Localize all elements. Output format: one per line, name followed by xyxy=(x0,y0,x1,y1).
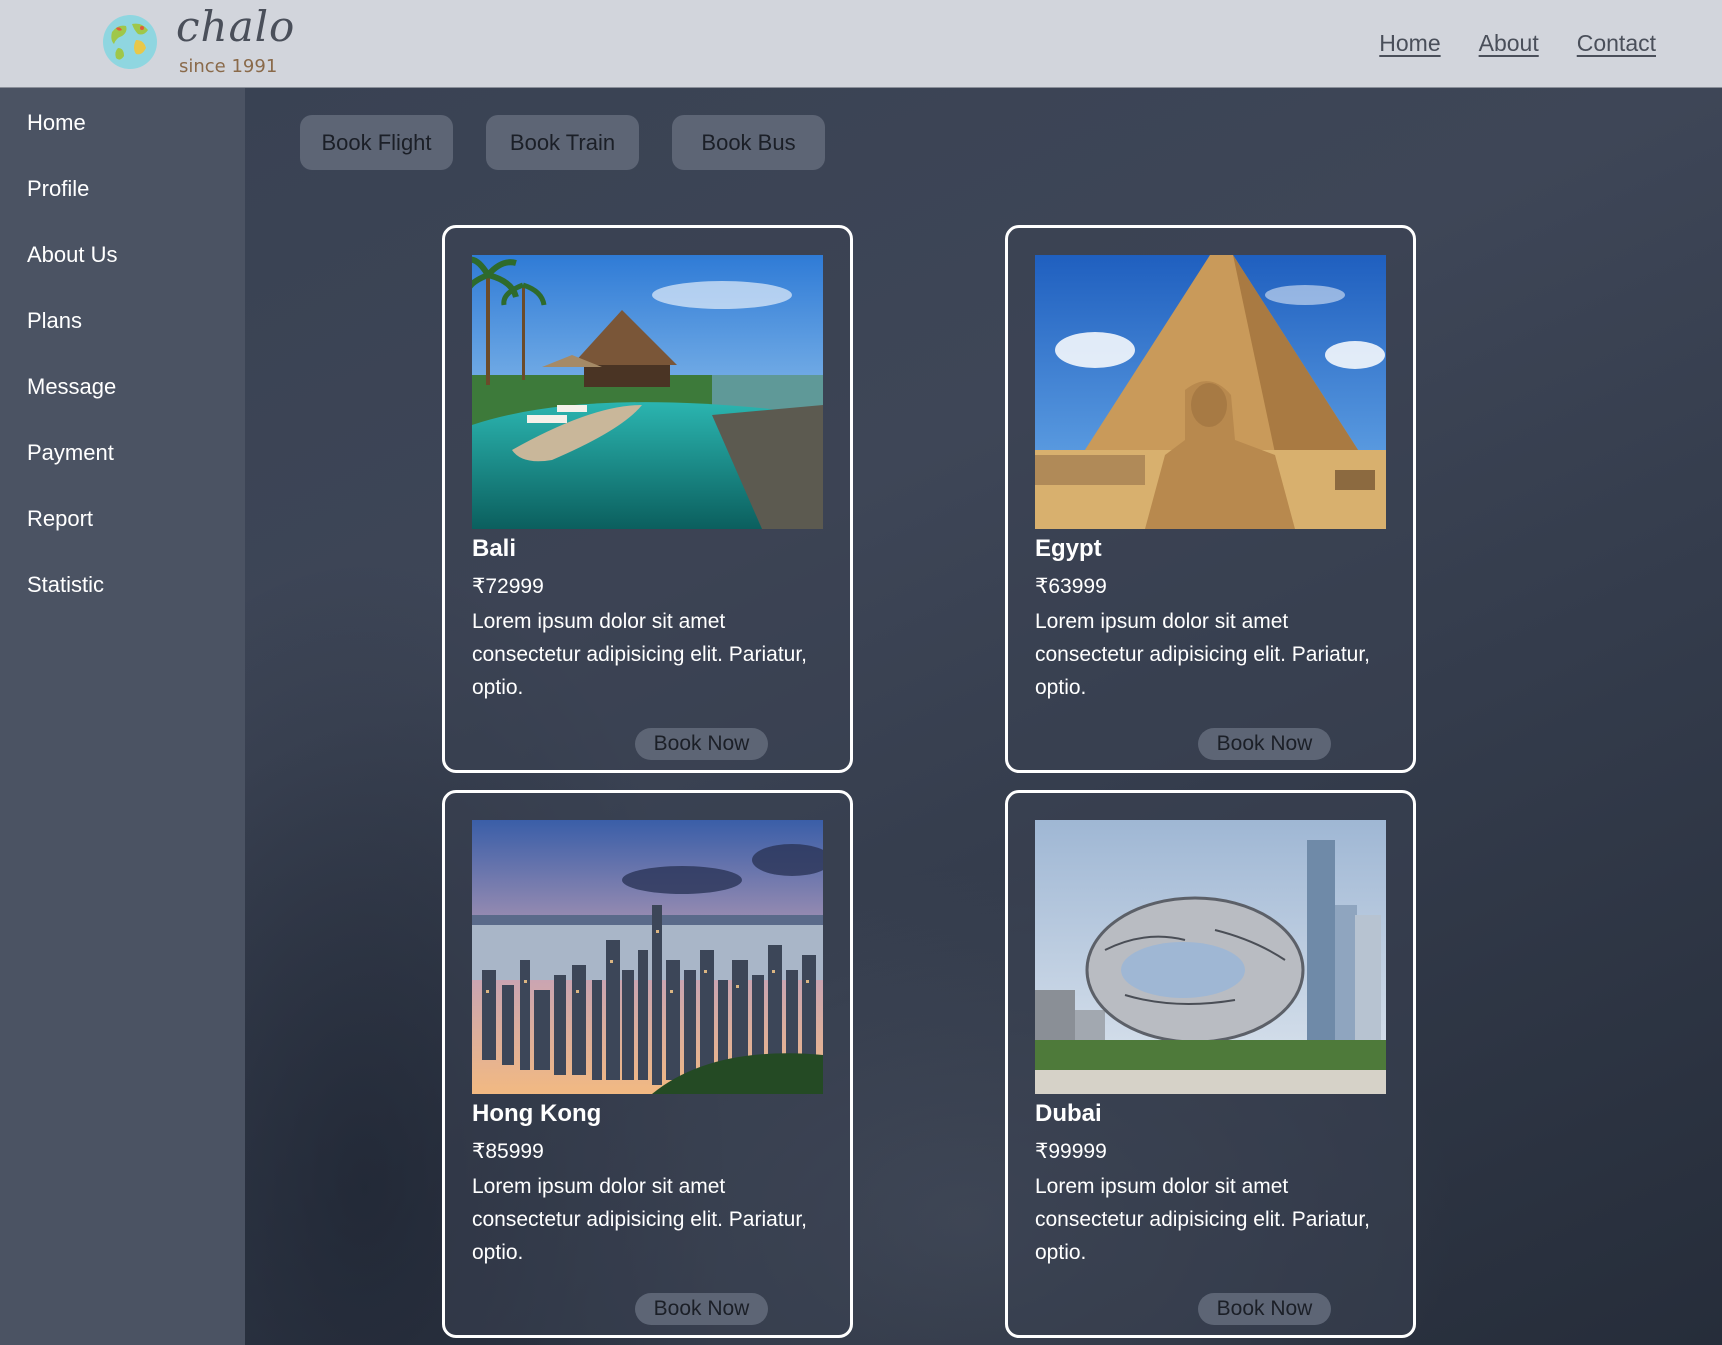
sidebar-item-plans[interactable]: Plans xyxy=(27,308,82,334)
bali-image xyxy=(472,255,823,529)
book-now-button[interactable]: Book Now xyxy=(1198,1293,1331,1325)
sidebar-item-payment[interactable]: Payment xyxy=(27,440,114,466)
sidebar-item-profile[interactable]: Profile xyxy=(27,176,89,202)
sidebar-item-statistic[interactable]: Statistic xyxy=(27,572,104,598)
card-title: Bali xyxy=(472,535,517,562)
book-flight-button[interactable]: Book Flight xyxy=(300,115,453,170)
hong-kong-image xyxy=(472,820,823,1094)
sidebar: Home Profile About Us Plans Message Paym… xyxy=(0,88,245,1345)
nav-link-home[interactable]: Home xyxy=(1379,30,1440,57)
card-price: ₹99999 xyxy=(1035,1140,1107,1163)
book-now-button[interactable]: Book Now xyxy=(1198,728,1331,760)
card-description: Lorem ipsum dolor sit amet consectetur a… xyxy=(472,610,808,699)
destination-card-bali: Bali ₹72999 Lorem ipsum dolor sit amet c… xyxy=(442,225,853,773)
book-now-button[interactable]: Book Now xyxy=(635,728,768,760)
brand-tagline: since 1991 xyxy=(179,56,278,77)
card-price: ₹72999 xyxy=(472,575,544,598)
brand-name: chalo xyxy=(176,2,296,51)
sidebar-item-about-us[interactable]: About Us xyxy=(27,242,118,268)
book-train-button[interactable]: Book Train xyxy=(486,115,639,170)
top-nav: Home About Contact xyxy=(1379,30,1656,57)
card-price: ₹63999 xyxy=(1035,575,1107,598)
card-description: Lorem ipsum dolor sit amet consectetur a… xyxy=(1035,610,1371,699)
sidebar-item-message[interactable]: Message xyxy=(27,374,116,400)
nav-link-contact[interactable]: Contact xyxy=(1577,30,1656,57)
globe-icon[interactable] xyxy=(102,14,158,70)
sidebar-item-report[interactable]: Report xyxy=(27,506,93,532)
destination-card-dubai: Dubai ₹99999 Lorem ipsum dolor sit amet … xyxy=(1005,790,1416,1338)
top-header: chalo since 1991 Home About Contact xyxy=(0,0,1722,88)
main-content: Book Flight Book Train Book Bus Bali ₹72… xyxy=(245,88,1722,1345)
destination-card-egypt: Egypt ₹63999 Lorem ipsum dolor sit amet … xyxy=(1005,225,1416,773)
destination-card-hong-kong: Hong Kong ₹85999 Lorem ipsum dolor sit a… xyxy=(442,790,853,1338)
card-price: ₹85999 xyxy=(472,1140,544,1163)
card-description: Lorem ipsum dolor sit amet consectetur a… xyxy=(1035,1175,1371,1264)
card-title: Hong Kong xyxy=(472,1100,602,1127)
sidebar-item-home[interactable]: Home xyxy=(27,110,86,136)
card-title: Egypt xyxy=(1035,535,1102,562)
book-bus-button[interactable]: Book Bus xyxy=(672,115,825,170)
book-now-button[interactable]: Book Now xyxy=(635,1293,768,1325)
egypt-image xyxy=(1035,255,1386,529)
card-description: Lorem ipsum dolor sit amet consectetur a… xyxy=(472,1175,808,1264)
dubai-image xyxy=(1035,820,1386,1094)
card-title: Dubai xyxy=(1035,1100,1102,1127)
nav-link-about[interactable]: About xyxy=(1479,30,1539,57)
